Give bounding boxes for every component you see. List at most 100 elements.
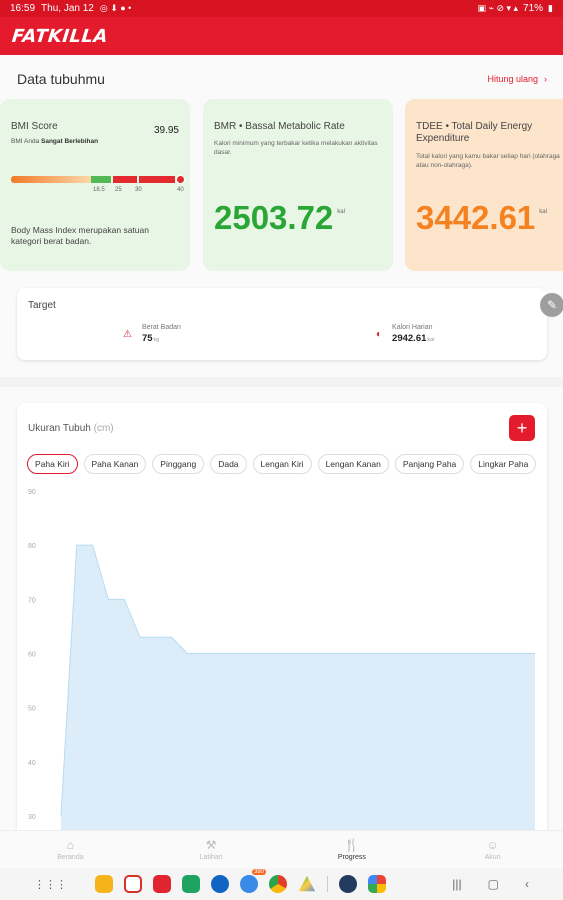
y-tick-label: 70 [28,597,36,604]
nav-progress[interactable]: 🍴 Progress [282,831,423,868]
bmi-tick: 25 [115,187,122,193]
plus-icon: + [516,417,528,438]
bmr-description: Kalori minimum yang terbakar ketika mela… [214,140,378,156]
target-title: Target [28,300,56,311]
body-data-header: Data tubuhmu Hitung ulang › [17,71,547,87]
tdee-value: 3442.61 kal [416,199,547,237]
add-measurement-button[interactable]: + [509,415,535,441]
back-icon[interactable]: ‹ [525,877,529,891]
apps-grid-icon[interactable]: ⋮⋮⋮ [34,878,67,891]
tdee-card: TDEE • Total Daily Energy Expenditure To… [405,99,563,271]
chip-dada[interactable]: Dada [210,454,247,474]
measurement-unit: (cm) [93,423,114,434]
dock-apps: 380 [95,869,386,893]
bmi-tick: 18.5 [93,187,105,193]
flame-icon: ◐ [376,328,383,340]
home-button-icon[interactable]: ▢ [488,877,499,891]
measurement-title-text: Ukuran Tubuh [28,423,91,434]
bmi-segment-underweight [11,176,91,183]
bmi-status-prefix: BMI Anda [11,138,40,145]
target-weight: ⚠ Berat Badan 75kg [123,324,181,344]
nav-label: Latihan [199,854,223,861]
tdee-number: 3442.61 [416,199,536,236]
bmr-card: BMR • Bassal Metabolic Rate Kalori minim… [203,99,393,271]
bmi-status-value: Sangat Berlebihan [41,138,99,145]
bmr-number: 2503.72 [214,199,334,236]
edit-target-button[interactable]: ✎ [540,293,563,317]
nav-label: Progress [337,854,366,861]
nav-beranda[interactable]: ⌂ Beranda [0,831,141,868]
battery-icon: ▮ [548,3,553,13]
chip-pinggang[interactable]: Pinggang [152,454,205,474]
bmi-gauge [11,175,186,184]
status-date: Thu, Jan 12 [41,3,94,14]
messages-badge: 380 [251,869,266,875]
chip-paha-kiri[interactable]: Paha Kiri [27,454,78,474]
bmi-segment-overweight [113,176,137,183]
app-logo: FATKILLA [10,25,110,47]
docs-app-icon[interactable] [153,875,171,893]
bmi-status: BMI Anda Sangat Berlebihan [11,138,179,145]
phone-app-icon[interactable] [182,875,200,893]
y-tick-label: 60 [28,652,36,659]
messages-app-icon[interactable]: 380 [240,869,266,893]
chip-lingkar-paha[interactable]: Lingkar Paha [470,454,537,474]
target-weight-value: 75kg [142,333,181,344]
bottom-nav: ⌂ Beranda ⚒ Latihan 🍴 Progress ☺ Akun [0,830,563,868]
folder-app-icon[interactable] [95,875,113,893]
weight-scale-icon: ⚠ [123,328,132,340]
meet-app-icon[interactable] [211,875,229,893]
bmi-segment-normal [91,176,111,183]
chip-panjang-paha[interactable]: Panjang Paha [394,454,465,474]
chart-area [61,545,535,830]
chip-lengan-kanan[interactable]: Lengan Kanan [317,454,389,474]
system-buttons: ||| ▢ ‹ [452,877,529,891]
chrome-app-icon[interactable] [269,875,287,893]
pencil-icon: ✎ [546,298,558,312]
recalculate-link[interactable]: Hitung ulang › [487,74,547,84]
status-bar: 16:59 Thu, Jan 12 ◎ ⬇ ● • ▣ ⌁ ⊘ ▾ ▴ 71% … [0,0,563,17]
camera-app-icon[interactable] [339,875,357,893]
calorie-unit: kal [427,337,435,343]
y-tick-label: 50 [28,706,36,713]
tdee-unit: kal [539,209,547,215]
office-app-icon[interactable] [124,875,142,893]
measurement-chips: Paha Kiri Paha Kanan Pinggang Dada Lenga… [27,454,537,474]
bmr-value: 2503.72 kal [214,199,345,237]
bmi-tick: 40 [177,187,184,193]
system-icons: ▣ ⌁ ⊘ ▾ ▴ [477,3,519,13]
target-calorie: ◐ Kalori Harian 2942.61kal [376,324,434,344]
system-dock: ⋮⋮⋮ 380 ||| ▢ ‹ [0,868,563,900]
bmi-ticks: 18.5 25 30 40 [11,187,186,197]
y-tick-label: 30 [28,814,36,821]
body-measurement-card: Ukuran Tubuh (cm) + Paha Kiri Paha Kanan… [17,403,547,830]
target-calorie-value: 2942.61kal [392,333,434,344]
user-icon: ☺ [486,838,499,852]
nav-label: Beranda [57,854,84,861]
measurement-chart: 90 80 70 60 50 40 30 [28,489,535,830]
chip-paha-kanan[interactable]: Paha Kanan [83,454,147,474]
tdee-label: TDEE • Total Daily Energy Expenditure [416,121,533,144]
bmi-segment-obese [139,176,175,183]
recents-icon[interactable]: ||| [452,877,461,891]
section-divider [0,377,563,387]
calorie-number: 2942.61 [392,333,427,344]
chevron-right-icon: › [544,74,547,84]
target-calorie-label: Kalori Harian [392,324,433,331]
photos-app-icon[interactable] [368,875,386,893]
dock-divider [327,876,328,892]
nav-latihan[interactable]: ⚒ Latihan [141,831,282,868]
bmr-label: BMR • Bassal Metabolic Rate [214,121,345,132]
dumbbell-icon: ⚒ [205,838,217,852]
nav-akun[interactable]: ☺ Akun [422,831,563,868]
target-card: Target ⚠ Berat Badan 75kg ◐ Kalori Haria… [17,288,547,360]
bmi-tick: 30 [135,187,142,193]
chip-lengan-kiri[interactable]: Lengan Kiri [252,454,312,474]
y-tick-label: 40 [28,760,36,767]
app-bar: FATKILLA [0,17,563,55]
main-content: Data tubuhmu Hitung ulang › BMI Score 39… [0,55,563,830]
battery-level: 71% [523,3,544,14]
drive-app-icon[interactable] [298,875,316,892]
weight-unit: kg [153,337,160,343]
home-icon: ⌂ [66,838,74,852]
